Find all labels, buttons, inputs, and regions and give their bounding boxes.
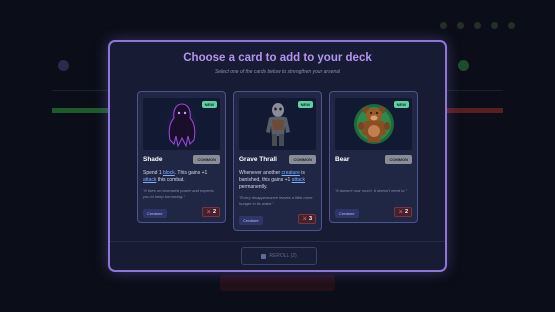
card-type-tag: Creature [335, 209, 359, 218]
card-option-shade[interactable]: NEW Shade COMMON Spend 1 block. This gai… [137, 91, 226, 223]
card-art: NEW [239, 98, 316, 150]
ghoul-icon [265, 103, 290, 146]
player-avatar-icon [58, 60, 69, 71]
player-health-bar [52, 108, 110, 113]
card-flavor-text: "It doesn't roar much. It doesn't need t… [335, 188, 407, 193]
card-art: NEW [143, 98, 220, 150]
dice-icon [261, 253, 267, 259]
attack-power: ⚔ 3 [298, 214, 316, 224]
status-dot-icon [508, 22, 515, 29]
card-option-bear[interactable]: NEW Bear COMMON "It doesn't roar much. I… [329, 91, 418, 223]
card-description: Whenever another creature is banished, t… [239, 170, 306, 190]
rarity-badge: COMMON [289, 155, 316, 164]
bear-icon [353, 104, 394, 144]
status-dot-icon [440, 22, 447, 29]
status-dot-icon [474, 22, 481, 29]
card-option-grave-thrall[interactable]: NEW Grave Thrall COMMON Whenever another… [233, 91, 322, 231]
modal-subtitle: Select one of the cards below to strengt… [214, 69, 341, 75]
keyword-link[interactable]: block [163, 170, 175, 176]
crossed-swords-icon: ⚔ [398, 209, 403, 215]
keyword-link[interactable]: attack [143, 177, 156, 183]
rarity-badge: COMMON [193, 155, 220, 164]
status-dot-icon [457, 22, 464, 29]
enemy-avatar-icon [458, 60, 469, 71]
attack-power: ⚔ 2 [394, 207, 412, 217]
card-flavor-text: "Every disappearance leaves a little mor… [239, 195, 313, 206]
card-type-tag: Creature [239, 216, 263, 225]
new-badge: NEW [393, 101, 409, 108]
card-description: Spend 1 block. This gains +1 attack this… [143, 170, 208, 183]
card-name: Bear [335, 156, 350, 163]
crossed-swords-icon: ⚔ [206, 209, 211, 215]
modal-divider [110, 241, 445, 242]
shade-icon [163, 102, 200, 148]
card-reward-modal: Choose a card to add to your deck Select… [108, 40, 447, 272]
card-flavor-text: "It lives on borrowed power and expects … [143, 188, 214, 199]
status-dot-icon [491, 22, 498, 29]
card-name: Grave Thrall [239, 156, 277, 163]
rarity-badge: COMMON [385, 155, 412, 164]
attack-power: ⚔ 2 [202, 207, 220, 217]
enemy-health-bar [445, 108, 503, 113]
crossed-swords-icon: ⚔ [302, 216, 307, 222]
reroll-button[interactable]: REROLL (2) [241, 247, 317, 265]
reroll-label: REROLL (2) [269, 253, 297, 259]
card-name: Shade [143, 156, 163, 163]
attack-value: 2 [404, 209, 408, 215]
top-icon-bar [440, 22, 515, 29]
card-type-tag: Creature [143, 209, 167, 218]
keyword-link[interactable]: creature [282, 170, 300, 176]
modal-title: Choose a card to add to your deck [183, 52, 372, 64]
new-badge: NEW [297, 101, 313, 108]
attack-value: 2 [212, 209, 216, 215]
attack-value: 3 [308, 216, 312, 222]
end-turn-button [220, 275, 335, 291]
card-art: NEW [335, 98, 412, 150]
new-badge: NEW [201, 101, 217, 108]
keyword-link[interactable]: attack [292, 177, 305, 183]
